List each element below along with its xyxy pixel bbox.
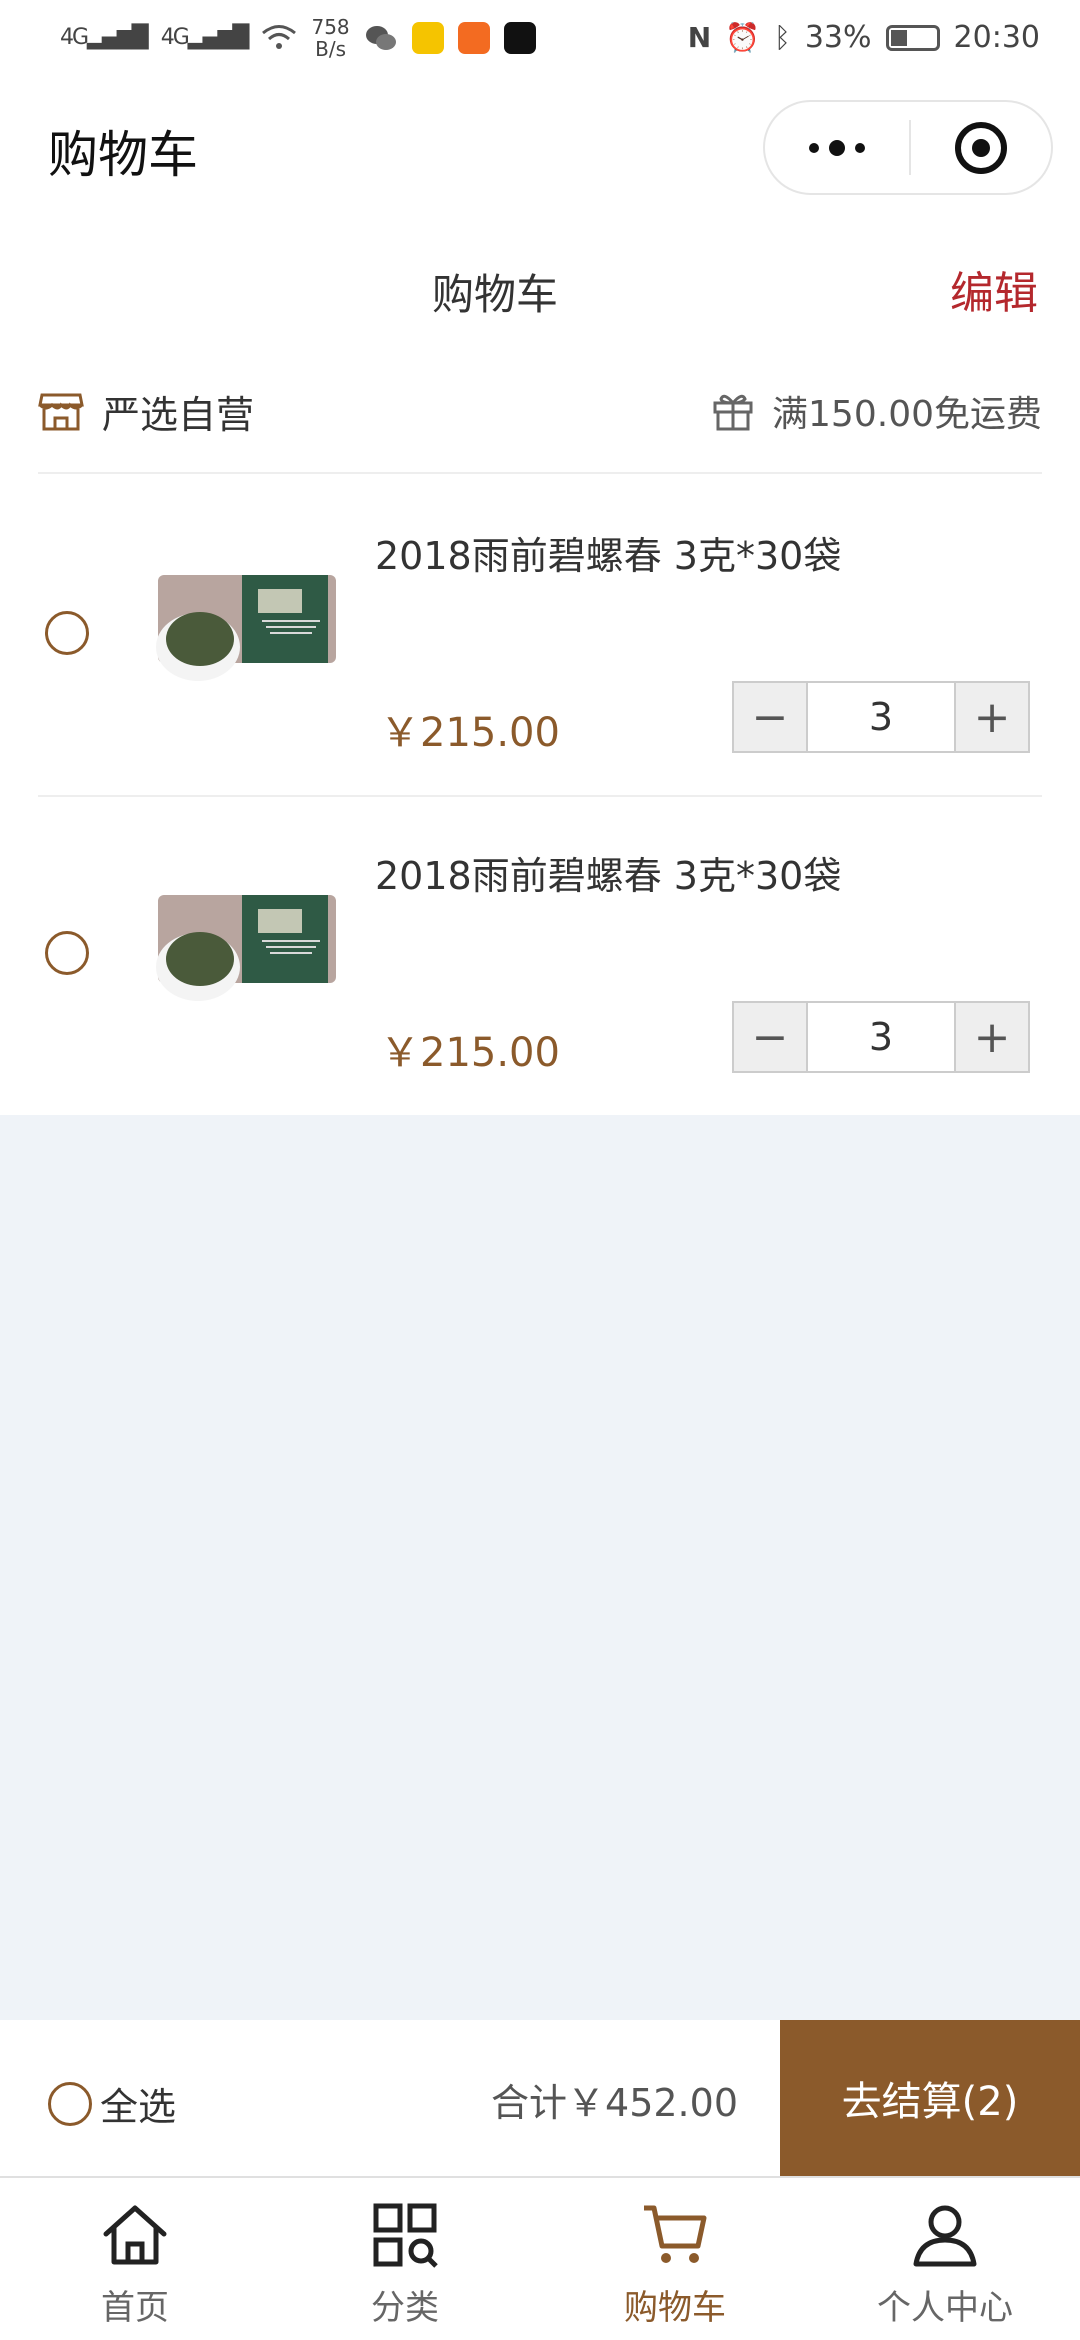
item-checkbox[interactable]: [45, 931, 89, 975]
app-notification-icon: [411, 21, 444, 54]
cart-item: 2018雨前碧螺春 3克*30袋 ￥215.00 − 3 +: [0, 795, 1080, 1115]
network-type: 4G: [60, 25, 89, 50]
home-icon: [103, 2205, 167, 2265]
increase-button[interactable]: +: [956, 1003, 1028, 1071]
tab-bar: 首页 分类 购物车 个人中心: [0, 2176, 1080, 2340]
checkout-button[interactable]: 去结算(2): [780, 2020, 1080, 2176]
select-all-checkbox[interactable]: [48, 2081, 92, 2126]
tab-label: 购物车: [624, 2288, 726, 2328]
cart-item: 2018雨前碧螺春 3克*30袋 ￥215.00 − 3 +: [0, 475, 1080, 795]
store-name: 严选自营: [102, 392, 255, 437]
product-image[interactable]: [150, 875, 340, 1015]
page-title: 购物车: [431, 270, 558, 319]
quantity-value[interactable]: 3: [806, 683, 956, 751]
checkout-bar: 全选 合计￥452.00 去结算(2): [0, 2020, 1080, 2176]
product-price: ￥215.00: [380, 710, 560, 756]
tab-category[interactable]: 分类: [270, 2178, 540, 2340]
quantity-value[interactable]: 3: [806, 1003, 956, 1071]
alarm-icon: ⏰: [725, 21, 761, 54]
tab-label: 个人中心: [877, 2288, 1013, 2328]
battery-percent: 33%: [804, 20, 872, 55]
cell-signal-icon: 4G▂▄▆█: [60, 25, 149, 50]
select-all-label[interactable]: 全选: [100, 2076, 176, 2131]
edit-button[interactable]: 编辑: [950, 257, 1038, 321]
nav-title: 购物车: [48, 126, 198, 184]
cell-signal-icon: 4G▂▄▆█: [160, 25, 250, 50]
increase-button[interactable]: +: [956, 683, 1028, 751]
nav-bar: 购物车: [0, 75, 1080, 225]
more-dot-icon: [855, 142, 865, 153]
close-button[interactable]: [911, 121, 1051, 174]
wifi-icon: [262, 24, 297, 49]
speed-value: 758: [311, 14, 350, 39]
product-name[interactable]: 2018雨前碧螺春 3克*30袋: [375, 845, 841, 900]
nfc-icon: N: [687, 21, 712, 54]
more-button[interactable]: [765, 102, 909, 193]
wechat-icon: [365, 25, 396, 50]
cart-list: 2018雨前碧螺春 3克*30袋 ￥215.00 − 3 + 2018雨前碧螺春…: [0, 475, 1080, 1115]
decrease-button[interactable]: −: [734, 683, 806, 751]
page-header: 购物车 编辑: [0, 225, 1080, 350]
tiktok-icon: [503, 21, 536, 54]
total-price: 合计￥452.00: [491, 2081, 738, 2125]
video-app-icon: [457, 21, 490, 54]
product-image[interactable]: [150, 555, 340, 695]
category-icon: [373, 2203, 438, 2268]
user-icon: [913, 2205, 977, 2267]
tab-label: 首页: [101, 2288, 169, 2328]
bluetooth-icon: ᛒ: [774, 21, 791, 54]
tab-label: 分类: [371, 2288, 439, 2328]
status-bar-left: 4G▂▄▆█ 4G▂▄▆█ 758 B/s: [60, 16, 536, 60]
store-icon: [38, 393, 84, 431]
status-bar: 4G▂▄▆█ 4G▂▄▆█ 758 B/s N ⏰ ᛒ 33% 20:30: [0, 0, 1080, 75]
tab-home[interactable]: 首页: [0, 2178, 270, 2340]
network-type: 4G: [160, 25, 190, 50]
store-info: 严选自营: [38, 384, 254, 439]
speed-unit: B/s: [315, 36, 346, 61]
free-shipping-text: 满150.00免运费: [772, 394, 1042, 435]
free-shipping-info: 满150.00免运费: [712, 385, 1042, 437]
tab-cart[interactable]: 购物车: [540, 2178, 810, 2340]
quantity-stepper: − 3 +: [732, 681, 1030, 753]
product-name[interactable]: 2018雨前碧螺春 3克*30袋: [375, 525, 841, 580]
gift-icon: [713, 394, 753, 431]
close-circle-icon: [955, 121, 1007, 174]
status-bar-right: N ⏰ ᛒ 33% 20:30: [688, 20, 1040, 55]
cart-icon: [644, 2205, 707, 2263]
quantity-stepper: − 3 +: [732, 1001, 1030, 1073]
product-price: ￥215.00: [380, 1030, 560, 1076]
clock: 20:30: [953, 20, 1040, 55]
more-dot-icon: [809, 142, 819, 153]
decrease-button[interactable]: −: [734, 1003, 806, 1071]
item-checkbox[interactable]: [45, 611, 89, 655]
select-all[interactable]: 全选: [48, 2076, 176, 2131]
capsule-menu: [763, 100, 1053, 195]
tab-profile[interactable]: 个人中心: [810, 2178, 1080, 2340]
battery-icon: [885, 24, 940, 51]
network-speed: 758 B/s: [311, 16, 349, 60]
store-row: 严选自营 满150.00免运费: [0, 350, 1080, 475]
more-dot-icon: [829, 139, 845, 156]
